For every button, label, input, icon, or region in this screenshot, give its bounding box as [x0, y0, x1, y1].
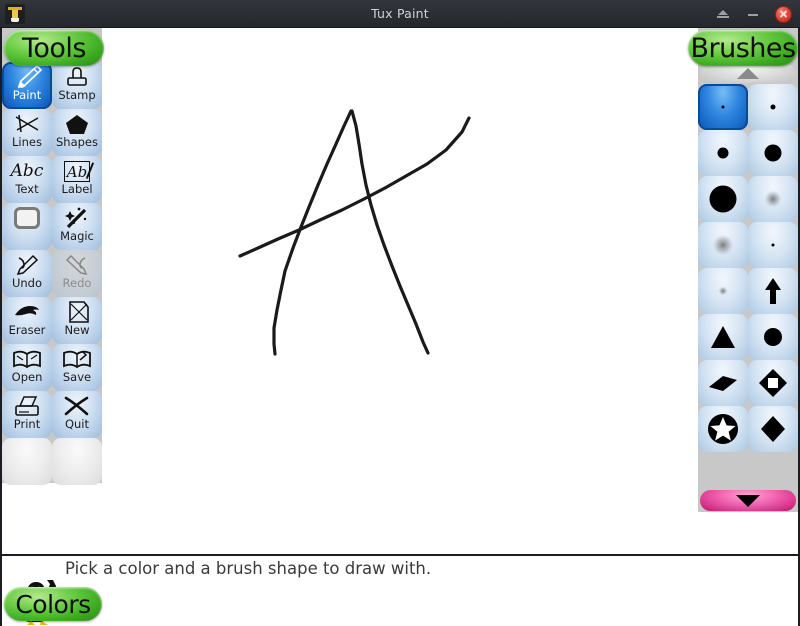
- tool-button-lines[interactable]: Lines: [2, 109, 52, 156]
- drawing-canvas[interactable]: [102, 28, 698, 512]
- tool-button-eraser[interactable]: Eraser: [2, 297, 52, 344]
- brush-dot-medium[interactable]: [698, 130, 748, 176]
- title-bar: Tux Paint: [0, 0, 800, 28]
- brush-dot-pinpoint[interactable]: [748, 222, 798, 268]
- tool-label: Eraser: [8, 323, 46, 337]
- brush-dot-xlarge[interactable]: [698, 176, 748, 222]
- tools-panel: Paint Stamp Lines Shapes Abc Text Ab Label Magic…: [2, 28, 102, 485]
- shade-window-icon[interactable]: [715, 6, 731, 22]
- brushes-scroll-down-icon[interactable]: [700, 490, 796, 511]
- tux-paint-window: Tux Paint Paint Stamp Lines Shapes Abc Text Ab…: [0, 0, 800, 626]
- brushes-grid: [698, 84, 798, 452]
- brush-star[interactable]: [698, 406, 748, 452]
- tool-button-redo: Redo: [52, 250, 102, 297]
- tool-label: Paint: [12, 88, 42, 102]
- tool-label: Text: [15, 182, 39, 196]
- brush-dot-tiny[interactable]: [698, 84, 748, 130]
- brush-dot-small[interactable]: [748, 84, 798, 130]
- tool-label: Stamp: [58, 88, 96, 102]
- letter-a-right-leg: [350, 109, 430, 355]
- letter-a-left-leg: [272, 109, 353, 356]
- fill-icon: [4, 203, 50, 233]
- close-window-icon[interactable]: [775, 5, 792, 23]
- letter-a-crossbar: [238, 116, 471, 258]
- brush-fuzzy-soft[interactable]: [698, 222, 748, 268]
- main-frame: Paint Stamp Lines Shapes Abc Text Ab Label Magic…: [0, 28, 800, 626]
- tool-button-text[interactable]: Abc Text: [2, 156, 52, 203]
- minimize-window-icon[interactable]: [745, 6, 761, 22]
- tool-button-magic[interactable]: Magic: [52, 203, 102, 250]
- tool-label: Quit: [64, 417, 90, 431]
- tool-button-stamp[interactable]: Stamp: [52, 62, 102, 109]
- tool-button-undo[interactable]: Undo: [2, 250, 52, 297]
- brush-fuzzy-medium[interactable]: [748, 176, 798, 222]
- brushes-scroll-up-icon[interactable]: [700, 64, 796, 83]
- colors-title: Colors: [4, 587, 102, 621]
- tool-label: Label: [61, 182, 93, 196]
- tool-button-label[interactable]: Ab Label: [52, 156, 102, 203]
- tool-slot-empty: [52, 438, 102, 485]
- brush-dot-large[interactable]: [748, 130, 798, 176]
- tool-label: Save: [62, 370, 92, 384]
- tool-label: Open: [11, 370, 43, 384]
- brush-diamond[interactable]: [748, 406, 798, 452]
- brush-arrow[interactable]: [748, 268, 798, 314]
- brush-triangle[interactable]: [698, 314, 748, 360]
- brush-circle[interactable]: [748, 314, 798, 360]
- canvas-artwork: [238, 109, 471, 356]
- tool-slot-empty: [2, 438, 52, 485]
- tool-label: Magic: [60, 229, 94, 243]
- window-controls: [715, 0, 792, 28]
- tool-button-shapes[interactable]: Shapes: [52, 109, 102, 156]
- brush-diamond-ring[interactable]: [748, 360, 798, 406]
- tool-button-new[interactable]: New: [52, 297, 102, 344]
- tool-button-save[interactable]: Save: [52, 344, 102, 391]
- tool-button-print[interactable]: Print: [2, 391, 52, 438]
- tools-title: Tools: [4, 30, 104, 66]
- tool-label: Print: [13, 417, 41, 431]
- tool-label: Undo: [11, 276, 43, 290]
- brushes-title: Brushes: [688, 30, 798, 66]
- status-bar: Pick a color and a brush shape to draw w…: [2, 554, 798, 626]
- status-message: Pick a color and a brush shape to draw w…: [65, 559, 432, 578]
- tool-label: Lines: [12, 135, 42, 149]
- tool-button-quit[interactable]: Quit: [52, 391, 102, 438]
- window-title: Tux Paint: [371, 6, 429, 21]
- brushes-panel: [698, 28, 798, 512]
- tool-button-paint[interactable]: Paint: [2, 62, 52, 109]
- brush-fuzzy-faint[interactable]: [698, 268, 748, 314]
- brush-rhombus[interactable]: [698, 360, 748, 406]
- tool-label: New: [64, 323, 90, 337]
- tool-button-open[interactable]: Open: [2, 344, 52, 391]
- tool-button-fill[interactable]: [2, 203, 52, 250]
- tool-label: Redo: [62, 276, 92, 290]
- tool-label: Shapes: [55, 135, 98, 149]
